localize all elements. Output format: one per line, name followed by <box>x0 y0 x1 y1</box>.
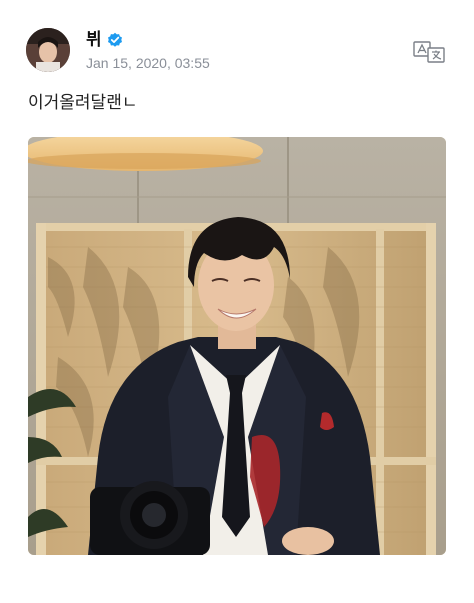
translate-icon[interactable] <box>412 38 446 66</box>
post-timestamp: Jan 15, 2020, 03:55 <box>86 55 210 71</box>
author-avatar[interactable] <box>26 28 70 72</box>
post-photo[interactable] <box>28 137 446 555</box>
post-card: 뷔 Jan 15, 2020, 03:55 이거올려달랜ㄴ <box>0 0 474 603</box>
author-name[interactable]: 뷔 <box>86 30 102 50</box>
post-text: 이거올려달랜ㄴ <box>28 93 138 112</box>
verified-badge-icon <box>107 32 123 48</box>
